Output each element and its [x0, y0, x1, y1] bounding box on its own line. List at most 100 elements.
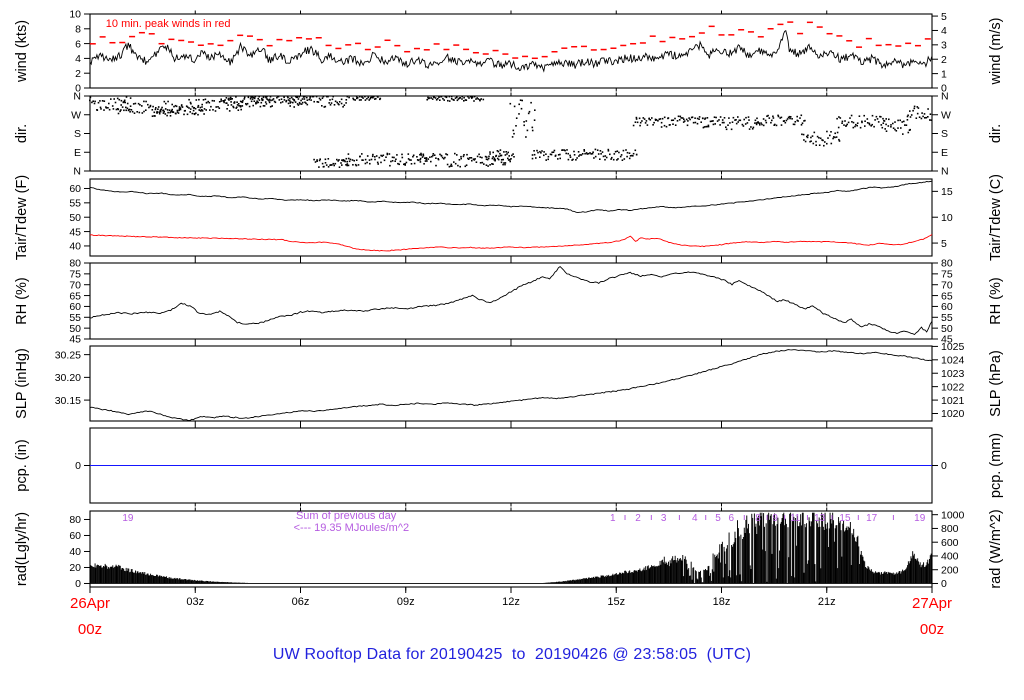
ylabel-left-humidity: RH (%) — [14, 277, 30, 325]
ylabel-right-direction: dir. — [988, 124, 1004, 143]
y-tick-label: 80 — [69, 258, 81, 270]
y-tick-label: 0 — [941, 578, 947, 590]
y-axis-left: 0246810 — [69, 9, 90, 95]
y-tick-label: 60 — [69, 183, 81, 195]
date-label-left-line2: 00z — [78, 621, 102, 638]
panel-wind: 0246810012345wind (kts) wind (m/s)10 min.… — [14, 9, 1004, 95]
y-tick-label: E — [74, 147, 81, 159]
annotation-mj-marker-prevday: 19 — [122, 513, 134, 524]
y-axis-left: NESWN — [71, 91, 90, 178]
y-tick-label: 10 — [941, 212, 953, 224]
ylabel-right-radiation: rad (W/m^2) — [988, 509, 1004, 588]
y-tick-label: 65 — [69, 290, 81, 302]
y-tick-label: 50 — [941, 323, 953, 335]
y-tick-label: N — [941, 91, 949, 103]
y-tick-label: 2 — [941, 54, 947, 66]
y-tick-label: N — [941, 166, 949, 178]
ylabel-right-wind: wind (m/s) — [988, 18, 1004, 86]
x-tick-label: 12z — [502, 596, 520, 608]
y-tick-label: 400 — [941, 551, 959, 563]
ylabel-left-precip: pcp. (in) — [14, 439, 30, 491]
y-tick-label: 55 — [69, 312, 81, 324]
y-tick-label: 75 — [69, 269, 81, 281]
air-temp-line — [89, 180, 933, 214]
y-tick-label: 2 — [75, 68, 81, 80]
panel-direction: NESWNNESWNdir. dir. — [14, 91, 1004, 178]
annotation-mj-marker: 13 — [814, 513, 826, 524]
y-tick-label: 1000 — [941, 509, 965, 521]
annotation-mj-marker: 19 — [914, 513, 926, 524]
y-tick-label: 5 — [941, 238, 947, 250]
y-axis-left: 4550556065707580 — [69, 258, 90, 346]
y-tick-label: W — [71, 109, 81, 121]
radiation-bars — [89, 512, 932, 584]
y-tick-label: 1022 — [941, 381, 965, 393]
y-axis-left: 40 45 50 55 60 — [69, 183, 90, 253]
y-tick-label: 80 — [69, 514, 81, 526]
y-axis-right: 4550556065707580 — [932, 258, 953, 346]
y-axis-right: 0 — [932, 460, 947, 472]
y-tick-label: 20 — [69, 562, 81, 574]
ylabel-right-precip: pcp. (mm) — [988, 433, 1004, 498]
annotation-mj-marker: 3 — [661, 513, 667, 524]
y-tick-label: W — [941, 109, 951, 121]
y-tick-label: 1023 — [941, 368, 965, 380]
y-tick-label: 60 — [69, 301, 81, 313]
panel-frame — [89, 178, 933, 257]
panel-radiation: 02040608002004006008001000rad(Lgly/hr) ra… — [14, 507, 1004, 591]
ylabel-right-temperature: Tair/Tdew (C) — [988, 174, 1004, 261]
ylabel-left-wind: wind (kts) — [14, 20, 30, 83]
direction-scatter — [89, 95, 933, 168]
y-tick-label: 600 — [941, 537, 959, 549]
annotation-mj-marker: 1 — [610, 513, 616, 524]
x-tick-label: 15z — [607, 596, 625, 608]
y-tick-label: 1021 — [941, 395, 965, 407]
y-axis-left: 0 20 40 60 80 — [69, 514, 90, 590]
annotation-sum-note-line1: Sum of previous day — [296, 510, 397, 522]
annotation-mj-marker: 9 — [772, 513, 778, 524]
annotation-mj-marker: 8 — [755, 513, 761, 524]
y-tick-label: 60 — [69, 530, 81, 542]
annotation-mj-marker: 2 — [635, 513, 641, 524]
y-tick-label: 0 — [75, 578, 81, 590]
y-tick-label: 55 — [69, 198, 81, 210]
y-tick-label: 30.15 — [55, 395, 81, 407]
annotation-mj-marker: 4 — [692, 513, 698, 524]
panel-pressure: 30.15 30.20 30.25 10201021 102210231024 1025 S… — [14, 341, 1004, 425]
x-tick-label: 03z — [186, 596, 204, 608]
y-tick-label: 0 — [75, 460, 81, 472]
y-tick-label: 40 — [69, 241, 81, 253]
weather-dashboard: 0 2 4 6 8 10 0 1 2 3 4 5 wind (kts) wind (m/s) 10 min.… — [0, 0, 1024, 700]
date-label-right-line2: 00z — [920, 621, 944, 638]
y-tick-label: N — [73, 91, 81, 103]
y-axis-left: 30.15 30.20 30.25 — [55, 349, 90, 407]
y-tick-label: 45 — [69, 226, 81, 238]
y-tick-label: 1020 — [941, 408, 965, 420]
pressure-line — [89, 349, 933, 421]
y-tick-label: 55 — [941, 312, 953, 324]
ylabel-left-direction: dir. — [14, 124, 30, 143]
annotation-mj-marker: 11 — [790, 513, 801, 524]
ylabel-left-pressure: SLP (inHg) — [14, 348, 30, 419]
y-tick-label: 80 — [941, 258, 953, 270]
annotation-mj-marker: 6 — [729, 513, 735, 524]
y-tick-label: 4 — [941, 25, 947, 37]
date-label-left-line1: 26Apr — [70, 595, 110, 612]
dew-point-line — [89, 234, 933, 252]
y-axis-right: NESWN — [932, 91, 951, 178]
y-tick-label: 1024 — [941, 355, 965, 367]
x-tick-label: 09z — [397, 596, 415, 608]
y-tick-label: 65 — [941, 290, 953, 302]
y-tick-label: S — [941, 128, 948, 140]
annotation-sum-note-line2: <--- 19.35 MJoules/m^2 — [294, 522, 410, 534]
y-tick-label: 0 — [941, 460, 947, 472]
annotation-peak-wind-note: 10 min. peak winds in red — [106, 18, 231, 30]
y-tick-label: 8 — [75, 24, 81, 36]
y-tick-label: 60 — [941, 301, 953, 313]
ylabel-left-temperature: Tair/Tdew (F) — [14, 175, 30, 260]
panel-precip: 0 0 pcp. (in) pcp. (mm) — [14, 424, 1004, 507]
y-tick-label: 70 — [941, 279, 953, 291]
y-tick-label: 40 — [69, 546, 81, 558]
ylabel-left-radiation: rad(Lgly/hr) — [14, 512, 30, 586]
annotation-mj-marker: 5 — [715, 513, 721, 524]
